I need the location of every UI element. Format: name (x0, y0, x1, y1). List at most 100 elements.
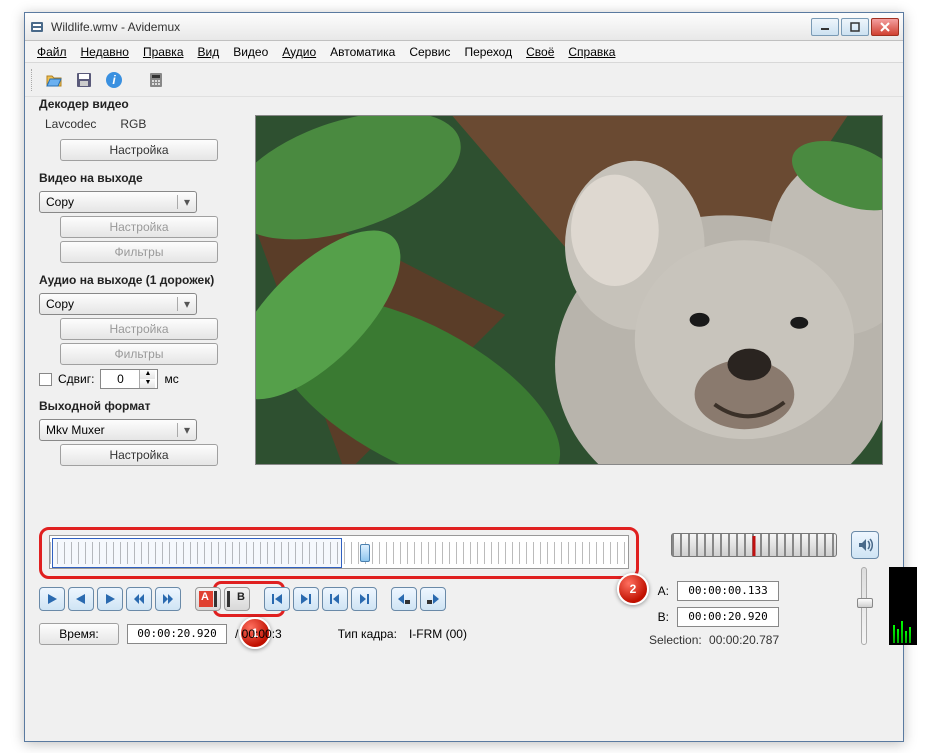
save-button[interactable] (71, 67, 97, 93)
selection-line: Selection: 00:00:20.787 (649, 633, 779, 647)
b-label: B: (649, 610, 669, 624)
ab-values: A: 00:00:00.133 B: 00:00:20.920 (649, 581, 779, 633)
video-out-config-button[interactable]: Настройка (60, 216, 218, 238)
menu-edit[interactable]: Правка (137, 43, 190, 61)
calculator-button[interactable] (143, 67, 169, 93)
audio-out-config-button[interactable]: Настройка (60, 318, 218, 340)
info-button[interactable]: i (101, 67, 127, 93)
decoder-space: RGB (120, 117, 146, 131)
format-config-button[interactable]: Настройка (60, 444, 218, 466)
toolbar: i (25, 63, 903, 97)
menu-file[interactable]: Файл (31, 43, 73, 61)
audio-out-title: Аудио на выходе (1 дорожек) (39, 273, 239, 287)
menu-go[interactable]: Переход (458, 43, 518, 61)
app-window: Wildlife.wmv - Avidemux Файл Недавно Пра… (24, 12, 904, 742)
b-value[interactable]: 00:00:20.920 (677, 607, 779, 627)
menu-auto[interactable]: Автоматика (324, 43, 401, 61)
maximize-button[interactable] (841, 18, 869, 36)
audio-out-combo[interactable]: Copy ▾ (39, 293, 197, 315)
video-out-value: Copy (46, 195, 74, 209)
timeline-handle[interactable] (360, 544, 370, 562)
mark-b-button[interactable]: B (224, 587, 250, 611)
vu-meter (889, 567, 917, 645)
decoder-title: Декодер видео (39, 97, 239, 111)
audio-button[interactable] (851, 531, 879, 559)
menu-help[interactable]: Справка (562, 43, 621, 61)
app-icon (29, 19, 45, 35)
a-label: A: (649, 584, 669, 598)
chevron-down-icon: ▾ (177, 423, 190, 437)
close-button[interactable] (871, 18, 899, 36)
timeline[interactable] (49, 535, 629, 569)
menubar: Файл Недавно Правка Вид Видео Аудио Авто… (25, 41, 903, 63)
selection-label: Selection: (649, 633, 702, 647)
video-preview (255, 115, 883, 465)
audio-shift-row: Сдвиг: ▲▼ мс (39, 369, 239, 389)
selection-value: 00:00:20.787 (709, 633, 779, 647)
menu-view[interactable]: Вид (192, 43, 226, 61)
open-button[interactable] (41, 67, 67, 93)
decoder-info: Lavcodec RGB (45, 117, 239, 131)
format-section: Выходной формат Mkv Muxer ▾ Настройка (39, 399, 239, 466)
prev-button[interactable] (68, 587, 94, 611)
video-out-filters-button[interactable]: Фильтры (60, 241, 218, 263)
annotation-marker-2: 2 (617, 573, 649, 605)
format-value: Mkv Muxer (46, 423, 105, 437)
shift-spinner[interactable]: ▲▼ (100, 369, 158, 389)
volume-slider[interactable] (861, 567, 867, 645)
chevron-down-icon: ▾ (177, 297, 190, 311)
video-out-title: Видео на выходе (39, 171, 239, 185)
frame-type-label: Тип кадра: (338, 627, 397, 641)
goto-b-button[interactable] (351, 587, 377, 611)
decoder-section: Декодер видео Lavcodec RGB Настройка (39, 97, 239, 161)
window-controls (811, 18, 899, 36)
chevron-down-icon: ▾ (177, 195, 190, 209)
mark-a-button[interactable]: A (195, 587, 221, 611)
video-out-section: Видео на выходе Copy ▾ Настройка Фильтры (39, 171, 239, 263)
menu-service[interactable]: Сервис (403, 43, 456, 61)
goto-a-button[interactable] (322, 587, 348, 611)
a-value[interactable]: 00:00:00.133 (677, 581, 779, 601)
shift-label: Сдвиг: (58, 372, 94, 386)
prev-black-button[interactable] (391, 587, 417, 611)
goto-end-button[interactable] (293, 587, 319, 611)
spinner-buttons[interactable]: ▲▼ (139, 370, 155, 388)
menu-audio[interactable]: Аудио (276, 43, 322, 61)
decoder-config-button[interactable]: Настройка (60, 139, 218, 161)
minimize-button[interactable] (811, 18, 839, 36)
format-combo[interactable]: Mkv Muxer ▾ (39, 419, 197, 441)
menu-video[interactable]: Видео (227, 43, 274, 61)
shift-unit: мс (164, 372, 178, 386)
play-button[interactable] (39, 587, 65, 611)
time-total: / 00:00:3 (235, 627, 282, 641)
audio-out-filters-button[interactable]: Фильтры (60, 343, 218, 365)
toolbar-grip (31, 69, 33, 91)
jog-center (753, 536, 756, 556)
titlebar: Wildlife.wmv - Avidemux (25, 13, 903, 41)
audio-out-section: Аудио на выходе (1 дорожек) Copy ▾ Настр… (39, 273, 239, 389)
next-button[interactable] (97, 587, 123, 611)
decoder-codec: Lavcodec (45, 117, 96, 131)
format-title: Выходной формат (39, 399, 239, 413)
audio-out-value: Copy (46, 297, 74, 311)
shift-checkbox[interactable] (39, 373, 52, 386)
goto-start-button[interactable] (264, 587, 290, 611)
time-row: Время: 00:00:20.920 / 00:00:3 Тип кадра:… (39, 623, 467, 645)
menu-recent[interactable]: Недавно (75, 43, 135, 61)
time-button[interactable]: Время: (39, 623, 119, 645)
time-current[interactable]: 00:00:20.920 (127, 624, 227, 644)
video-out-combo[interactable]: Copy ▾ (39, 191, 197, 213)
jog-wheel[interactable] (671, 533, 837, 557)
shift-input[interactable] (101, 372, 139, 386)
frame-type-value: I-FRM (00) (409, 627, 467, 641)
body: Декодер видео Lavcodec RGB Настройка Вид… (25, 97, 903, 741)
window-title: Wildlife.wmv - Avidemux (51, 20, 811, 34)
left-panel: Декодер видео Lavcodec RGB Настройка Вид… (39, 97, 239, 476)
rewind-button[interactable] (126, 587, 152, 611)
forward-button[interactable] (155, 587, 181, 611)
playback-controls: A B (39, 587, 446, 611)
menu-custom[interactable]: Своё (520, 43, 560, 61)
next-black-button[interactable] (420, 587, 446, 611)
volume-thumb[interactable] (857, 598, 873, 608)
timeline-selection (52, 538, 342, 568)
